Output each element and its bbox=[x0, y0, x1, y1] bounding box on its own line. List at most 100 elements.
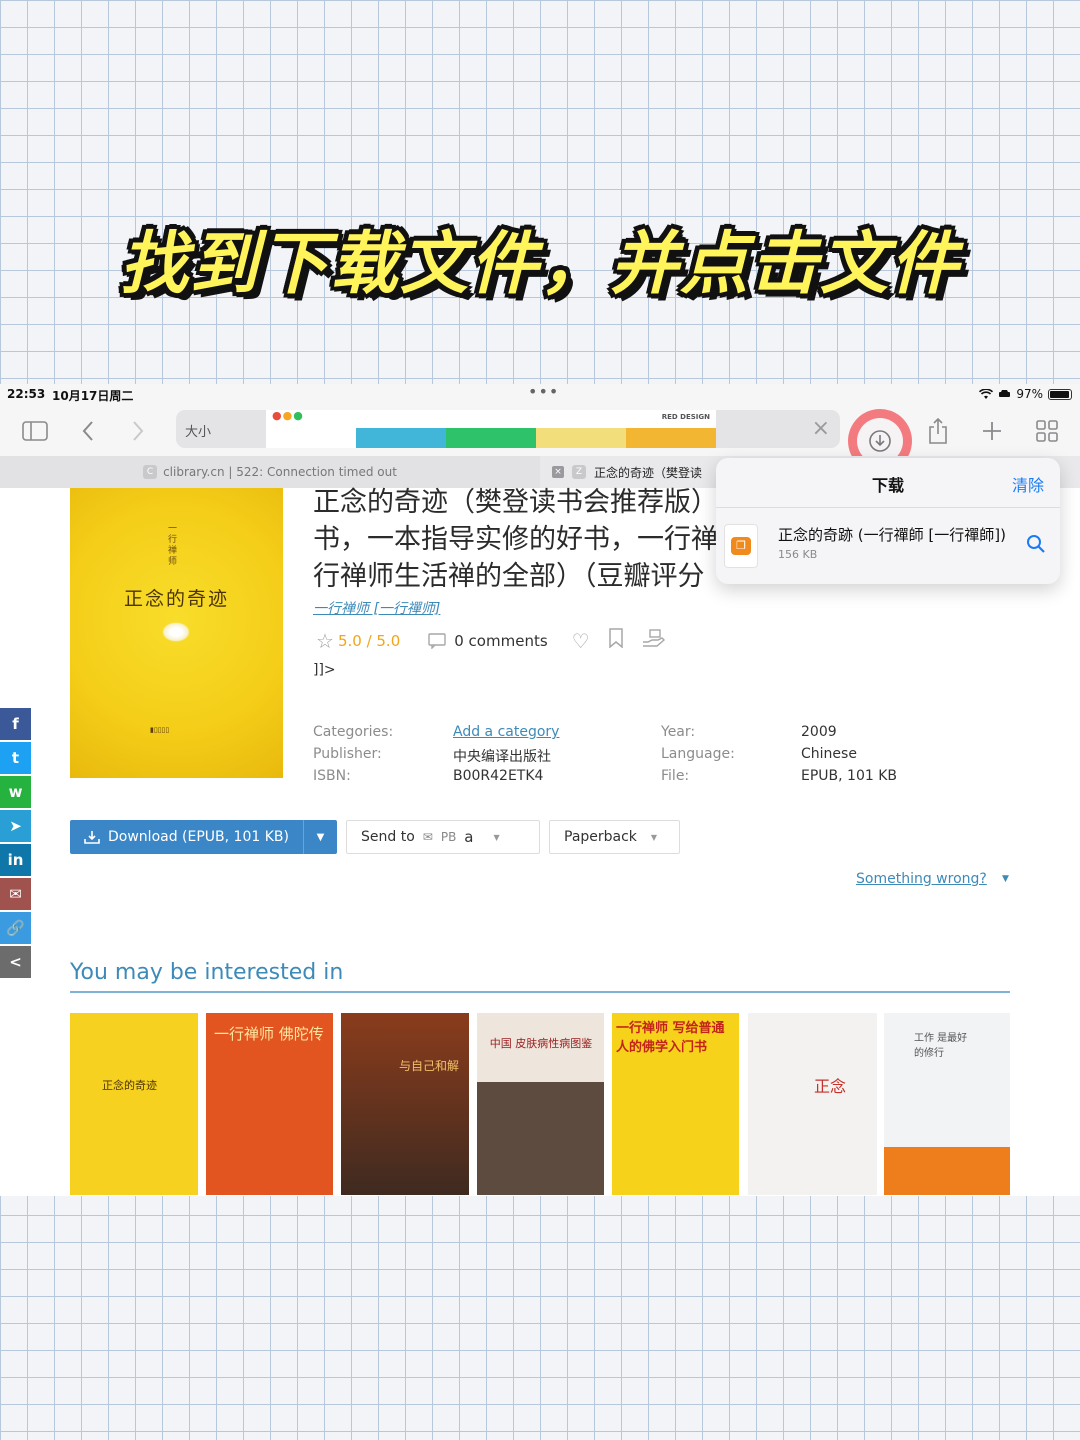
paperback-button[interactable]: Paperback ▼ bbox=[549, 820, 680, 854]
file-value: EPUB, 101 KB bbox=[801, 768, 897, 784]
tab-title: clibrary.cn | 522: Connection timed out bbox=[163, 465, 397, 479]
forward-icon[interactable] bbox=[118, 411, 158, 451]
comments-link[interactable]: 0 comments bbox=[428, 632, 548, 650]
rec-book-title: 正念的奇迹 bbox=[102, 1079, 157, 1092]
facebook-icon[interactable]: f bbox=[0, 708, 31, 740]
safari-toolbar: 大小 ●●● RED DESIGN × bbox=[0, 406, 1080, 473]
email-icon[interactable]: ✉ bbox=[0, 878, 31, 910]
rec-book-title: 与自己和解 bbox=[399, 1059, 460, 1073]
sidebar-icon[interactable] bbox=[15, 411, 55, 451]
tab-title: 正念的奇迹（樊登读 bbox=[594, 465, 703, 480]
status-bar: 22:53 10月17日周二 ••• 97% bbox=[0, 384, 1080, 406]
amazon-icon: a bbox=[464, 828, 474, 846]
rec-book-1[interactable]: 正念的奇迹 bbox=[70, 1013, 198, 1195]
rec-book-4[interactable]: 中国 皮肤病性病图鉴 bbox=[477, 1013, 604, 1195]
tab-overview-icon[interactable] bbox=[1027, 411, 1067, 451]
add-category-link[interactable]: Add a category bbox=[453, 724, 559, 740]
telegram-icon[interactable]: ➤ bbox=[0, 810, 31, 842]
car-icon bbox=[999, 390, 1011, 397]
link-icon[interactable]: 🔗 bbox=[0, 912, 31, 944]
bookmark-icon[interactable] bbox=[608, 628, 624, 653]
recommendations-heading: You may be interested in bbox=[70, 960, 344, 985]
reader-size-button[interactable]: 大小 bbox=[185, 421, 211, 440]
social-share-bar: f t w ➤ in ✉ 🔗 < bbox=[0, 708, 31, 980]
download-file-size: 156 KB bbox=[778, 548, 818, 561]
paperback-label: Paperback bbox=[564, 829, 637, 845]
chevron-down-icon: ▼ bbox=[650, 832, 658, 842]
status-indicators: 97% bbox=[979, 387, 1072, 401]
rec-book-5[interactable]: 一行禅师 写给普通人的佛学入门书 bbox=[612, 1013, 739, 1195]
books-file-icon: ❐ bbox=[724, 524, 758, 568]
book-title-line: 正念的奇迹（樊登读书会推荐版） bbox=[313, 487, 718, 518]
rating-row: ☆ 5.0 / 5.0 0 comments ♡ bbox=[316, 628, 666, 653]
battery-percent: 97% bbox=[1016, 387, 1043, 401]
file-label: File: bbox=[661, 768, 690, 784]
cover-publisher-mark: ▮▯▯▯▯ bbox=[150, 726, 170, 734]
send-to-button[interactable]: Send to ✉ PB a ▼ bbox=[346, 820, 540, 854]
something-wrong-link[interactable]: Something wrong? bbox=[856, 871, 987, 887]
download-file-name[interactable]: 正念的奇跡 (一行禪師 [一行禪師]) bbox=[778, 524, 1008, 545]
wifi-icon bbox=[979, 388, 994, 399]
address-bar[interactable]: 大小 ●●● RED DESIGN × bbox=[176, 410, 840, 448]
rating-max: 5.0 bbox=[376, 631, 401, 650]
rec-book-title: 中国 皮肤病性病图鉴 bbox=[489, 1037, 593, 1050]
isbn-label: ISBN: bbox=[313, 768, 351, 784]
download-button[interactable]: Download (EPUB, 101 KB) ▼ bbox=[70, 820, 337, 854]
categories-label: Categories: bbox=[313, 724, 394, 740]
rec-book-title: 一行禅师 佛陀传 bbox=[214, 1025, 324, 1043]
twitter-icon[interactable]: t bbox=[0, 742, 31, 774]
popover-title: 下载 bbox=[871, 476, 904, 495]
book-title: 正念的奇迹（樊登读书会推荐版） 书，一本指导实修的好书，一行禅 行禅师生活禅的全… bbox=[313, 484, 718, 595]
publisher-label: Publisher: bbox=[313, 746, 382, 762]
rec-book-title: 正念 bbox=[814, 1077, 847, 1096]
chevron-down-icon[interactable]: ▼ bbox=[1002, 874, 1009, 884]
multitasking-dots[interactable]: ••• bbox=[528, 384, 559, 401]
whatsapp-icon[interactable]: w bbox=[0, 776, 31, 808]
rec-book-7[interactable]: 工作 是最好的修行 bbox=[884, 1013, 1010, 1195]
clear-downloads-button[interactable]: 清除 bbox=[1012, 472, 1044, 496]
tab-favicon: Z bbox=[572, 465, 586, 479]
battery-icon bbox=[1048, 388, 1072, 400]
share-icon[interactable] bbox=[918, 411, 958, 451]
author-link[interactable]: 一行禅师 [一行禪师] bbox=[313, 598, 440, 618]
back-icon[interactable] bbox=[68, 411, 108, 451]
book-title-line: 行禅师生活禅的全部）（豆瓣评分 bbox=[313, 561, 705, 592]
rec-book-8-preview bbox=[884, 1147, 1010, 1195]
download-tray-icon bbox=[84, 831, 100, 844]
color-strip bbox=[356, 428, 716, 448]
star-icon[interactable]: ☆ bbox=[316, 629, 334, 653]
send-targets: PB bbox=[440, 830, 457, 844]
share-alt-icon[interactable]: < bbox=[0, 946, 31, 978]
tab-favicon: C bbox=[143, 465, 158, 479]
cdata-fragment: ]]> bbox=[313, 662, 336, 678]
language-value: Chinese bbox=[801, 746, 857, 762]
publisher-value: 中央编译出版社 bbox=[453, 749, 551, 765]
heading-divider bbox=[70, 991, 1010, 993]
rec-book-3[interactable]: 与自己和解 bbox=[341, 1013, 469, 1195]
cover-vertical-title: 一行禅师 bbox=[168, 524, 178, 567]
mail-icon: ✉ bbox=[422, 830, 433, 844]
rec-book-title: 一行禅师 写给普通人的佛学入门书 bbox=[616, 1021, 725, 1055]
thumbnail-brand: RED DESIGN bbox=[661, 413, 710, 421]
thumbnail-dots: ●●● bbox=[272, 410, 304, 422]
rating-value: 5.0 bbox=[337, 631, 362, 650]
search-icon[interactable] bbox=[1026, 534, 1046, 558]
rec-book-2[interactable]: 一行禅师 佛陀传 bbox=[206, 1013, 333, 1195]
heart-icon[interactable]: ♡ bbox=[572, 629, 590, 653]
download-main[interactable]: Download (EPUB, 101 KB) bbox=[70, 820, 304, 854]
book-title-line: 书，一本指导实修的好书，一行禅 bbox=[313, 524, 718, 555]
linkedin-icon[interactable]: in bbox=[0, 844, 31, 876]
downloads-popover: 下载 清除 ❐ 正念的奇跡 (一行禪師 [一行禪師]) 156 KB bbox=[716, 458, 1060, 584]
rec-book-6[interactable]: 正念 bbox=[748, 1013, 877, 1195]
tab-close-icon[interactable]: × bbox=[552, 466, 564, 478]
close-icon[interactable]: × bbox=[812, 416, 830, 441]
headline-caption: 找到下载文件，并点击文件 bbox=[119, 225, 960, 304]
download-options-caret[interactable]: ▼ bbox=[304, 832, 337, 843]
isbn-value: B00R42ETK4 bbox=[453, 768, 544, 784]
book-cover[interactable]: 一行禅师 正念的奇迹 ▮▯▯▯▯ bbox=[70, 488, 283, 778]
popover-header: 下载 清除 bbox=[716, 458, 1060, 508]
ipad-safari-screen: 22:53 10月17日周二 ••• 97% 大小 ●●● RED DESIGN bbox=[0, 384, 1080, 1196]
give-icon[interactable] bbox=[642, 628, 666, 653]
new-tab-icon[interactable] bbox=[972, 411, 1012, 451]
year-label: Year: bbox=[661, 724, 696, 740]
